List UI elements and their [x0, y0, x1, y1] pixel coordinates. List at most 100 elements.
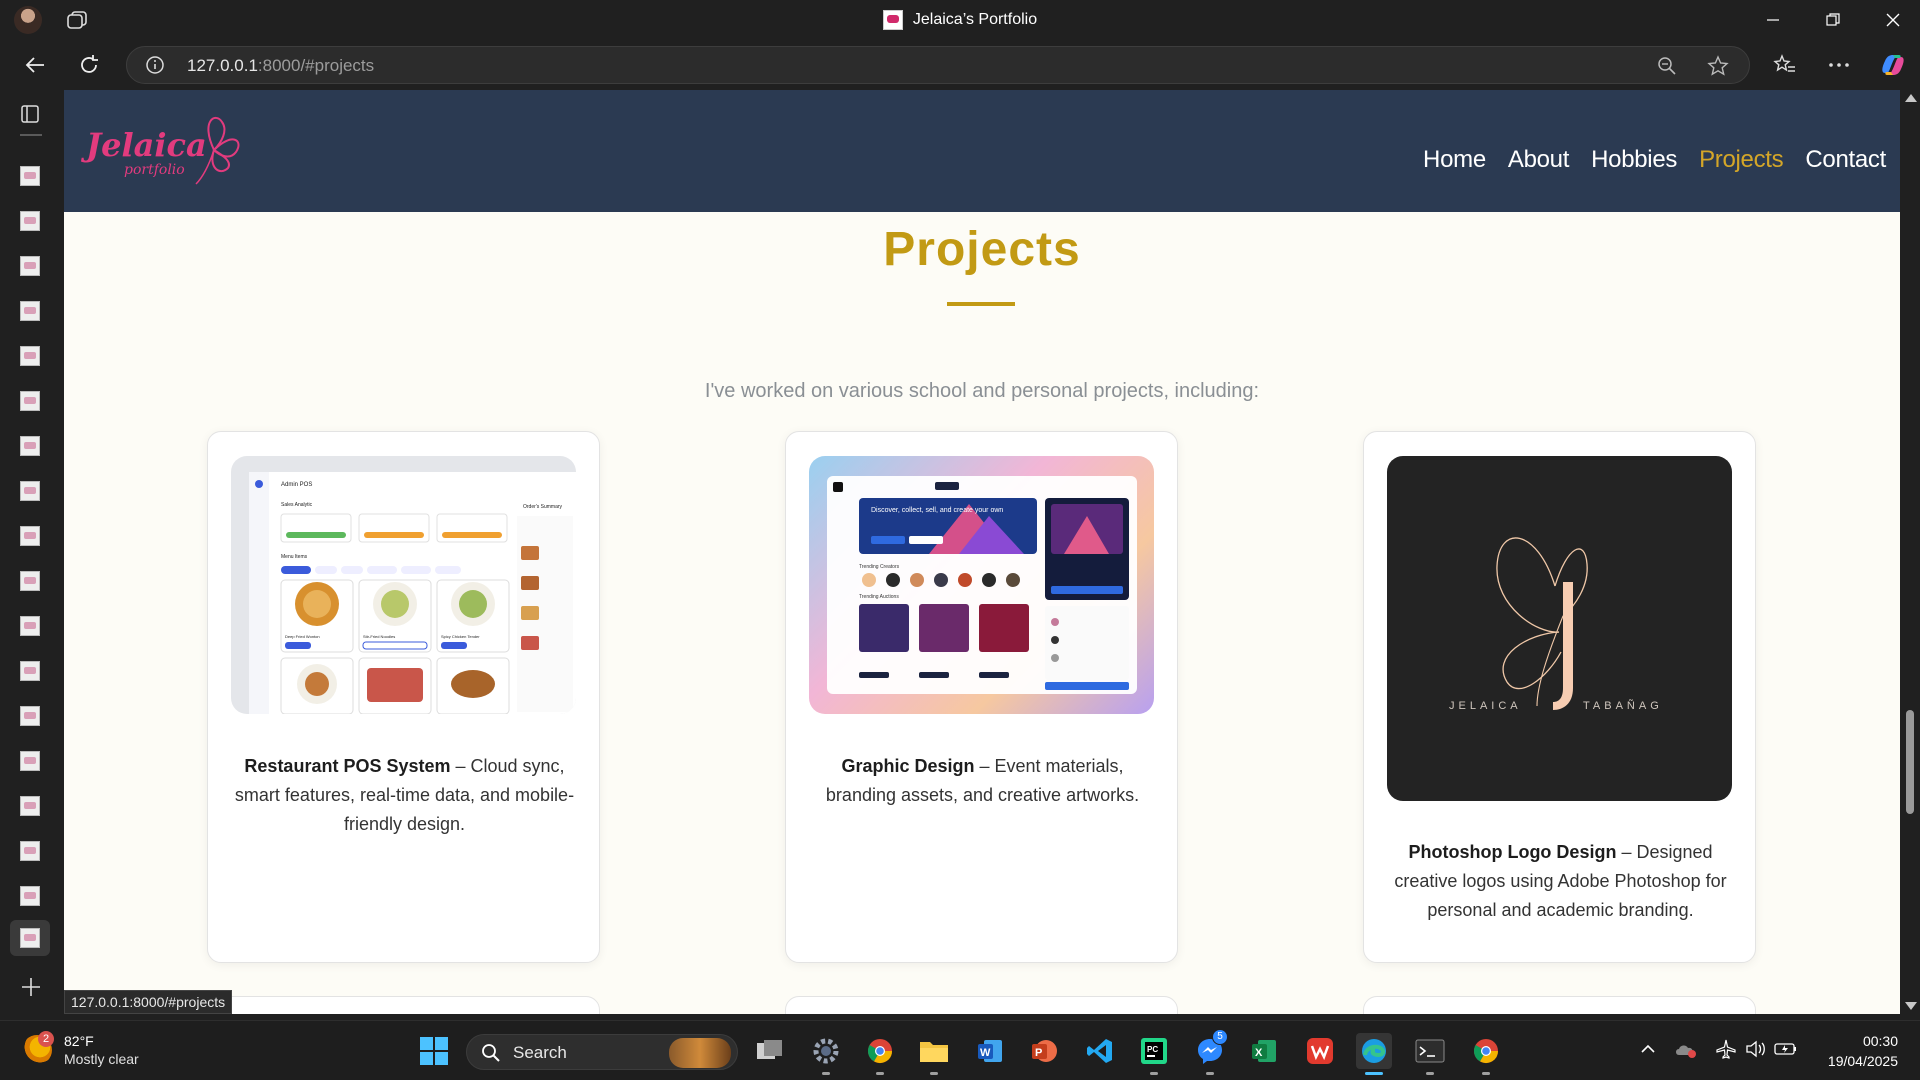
- sidebar-tab[interactable]: [20, 616, 40, 636]
- scroll-up-arrow-icon[interactable]: [1905, 94, 1917, 102]
- start-button[interactable]: [416, 1033, 452, 1069]
- taskbar-vscode[interactable]: [1082, 1033, 1118, 1069]
- task-view-button[interactable]: [752, 1033, 788, 1069]
- taskbar-clock[interactable]: 00:30 19/04/2025: [1828, 1031, 1898, 1071]
- svg-text:W: W: [980, 1047, 991, 1059]
- taskbar-settings[interactable]: [808, 1033, 844, 1075]
- taskbar-chrome-1[interactable]: [862, 1033, 898, 1075]
- sidebar-tab[interactable]: [20, 661, 40, 681]
- pos-app-title: Admin POS: [281, 482, 312, 488]
- sidebar-tab[interactable]: [20, 886, 40, 906]
- clock-time: 00:30: [1862, 1033, 1898, 1049]
- excel-icon: X: [1252, 1040, 1276, 1062]
- zoom-icon[interactable]: [1657, 56, 1677, 76]
- running-indicator: [1482, 1072, 1490, 1075]
- sidebar-tab[interactable]: [20, 796, 40, 816]
- projects-heading: Projects: [883, 223, 1081, 276]
- sidebar-tab[interactable]: [20, 526, 40, 546]
- sidebar-tab[interactable]: [20, 571, 40, 591]
- logo-design-image: JELAICA TABAÑAG: [1387, 456, 1732, 801]
- sidebar-tab[interactable]: [20, 706, 40, 726]
- pos-item-2: Stir-Fried Noodles: [363, 634, 395, 639]
- taskbar-terminal[interactable]: [1412, 1033, 1448, 1075]
- taskbar-chrome-2[interactable]: [1468, 1033, 1504, 1075]
- favorites-button[interactable]: [1770, 50, 1800, 80]
- card-title: Graphic Design: [841, 756, 975, 776]
- sidebar-tab[interactable]: [20, 256, 40, 276]
- taskbar-powerpoint[interactable]: P: [1026, 1033, 1062, 1069]
- running-indicator: [822, 1072, 830, 1075]
- windows-logo-icon: [420, 1037, 448, 1065]
- url-path: :8000/#projects: [257, 56, 375, 75]
- profile-avatar[interactable]: [14, 6, 42, 34]
- minimize-button[interactable]: [1746, 0, 1800, 40]
- taskbar-messenger[interactable]: 5: [1192, 1029, 1228, 1075]
- pos-sales-label: Sales Analytic: [281, 502, 313, 508]
- nav-projects-link[interactable]: Projects: [1699, 146, 1784, 174]
- gd-auctions-label: Trending Auctions: [859, 594, 899, 600]
- sidebar-tab[interactable]: [20, 211, 40, 231]
- taskbar-search[interactable]: Search: [466, 1034, 738, 1070]
- settings-more-button[interactable]: [1824, 50, 1854, 80]
- sidebar-tab[interactable]: [20, 166, 40, 186]
- nav-about-link[interactable]: About: [1508, 146, 1570, 174]
- sidebar-divider: [20, 134, 42, 136]
- address-bar[interactable]: 127.0.0.1:8000/#projects: [126, 46, 1750, 84]
- sidebar-tab[interactable]: [20, 481, 40, 501]
- sidebar-tab[interactable]: [20, 391, 40, 411]
- chrome-icon: [867, 1039, 892, 1064]
- messenger-badge: 5: [1212, 1029, 1228, 1045]
- favorite-star-icon[interactable]: [1707, 55, 1729, 77]
- site-logo[interactable]: Jelaica portfolio: [86, 110, 246, 190]
- nav-home-link[interactable]: Home: [1423, 146, 1486, 174]
- site-info-icon[interactable]: [145, 55, 165, 75]
- page-scrollbar[interactable]: [1900, 90, 1920, 1014]
- gd-hero-text: Discover, collect, sell, and create your…: [871, 507, 1003, 514]
- scroll-down-arrow-icon[interactable]: [1905, 1002, 1917, 1010]
- powerpoint-icon: P: [1032, 1040, 1057, 1062]
- battery-charging-icon: [1774, 1043, 1796, 1055]
- clock-date: 19/04/2025: [1827, 1053, 1898, 1069]
- svg-text:PC: PC: [1147, 1045, 1158, 1054]
- tray-overflow-button[interactable]: [1636, 1037, 1660, 1061]
- tray-battery[interactable]: [1774, 1037, 1798, 1061]
- sidebar-tab-active[interactable]: [10, 920, 50, 956]
- sidebar-tab[interactable]: [20, 751, 40, 771]
- close-button[interactable]: [1866, 0, 1920, 40]
- workspaces-icon[interactable]: [66, 10, 88, 30]
- address-url[interactable]: 127.0.0.1:8000/#projects: [187, 56, 374, 76]
- reload-button[interactable]: [74, 50, 104, 80]
- logo-design-card-text: Photoshop Logo Design – Designed creativ…: [1388, 838, 1733, 925]
- sidebar-tab[interactable]: [20, 301, 40, 321]
- taskbar-pycharm[interactable]: PC: [1136, 1033, 1172, 1075]
- sidebar-tab[interactable]: [20, 346, 40, 366]
- butterfly-logo-icon: [195, 116, 240, 185]
- tray-onedrive[interactable]: [1674, 1037, 1698, 1061]
- sidebar-tab[interactable]: [20, 436, 40, 456]
- pycharm-icon: PC: [1141, 1038, 1167, 1064]
- wps-office-icon: [1307, 1038, 1333, 1064]
- back-button[interactable]: [20, 50, 50, 80]
- tray-volume[interactable]: [1744, 1037, 1768, 1061]
- restore-button[interactable]: [1806, 0, 1860, 40]
- project-card-next: [785, 996, 1178, 1014]
- sidebar-toggle-icon[interactable]: [20, 104, 40, 124]
- taskbar-edge[interactable]: [1356, 1033, 1392, 1075]
- browser-toolbar: 127.0.0.1:8000/#projects: [0, 40, 1920, 90]
- weather-description: Mostly clear: [64, 1051, 139, 1067]
- tray-airplane-mode[interactable]: [1714, 1037, 1738, 1061]
- sidebar-tab[interactable]: [20, 841, 40, 861]
- new-tab-plus-icon[interactable]: [20, 976, 42, 998]
- search-label: Search: [513, 1043, 567, 1062]
- taskbar-word[interactable]: W: [972, 1033, 1008, 1069]
- taskbar-file-explorer[interactable]: [916, 1033, 952, 1075]
- nav-contact-link[interactable]: Contact: [1805, 146, 1886, 174]
- copilot-button[interactable]: [1878, 50, 1908, 80]
- weather-widget[interactable]: 2 82°F Mostly clear: [22, 1031, 162, 1071]
- logo-subtext: portfolio: [124, 162, 185, 178]
- scroll-thumb[interactable]: [1906, 710, 1914, 814]
- window-title: Jelaica’s Portfolio: [912, 11, 1038, 28]
- taskbar-wps[interactable]: [1302, 1033, 1338, 1069]
- nav-hobbies-link[interactable]: Hobbies: [1591, 146, 1677, 174]
- taskbar-excel[interactable]: X: [1246, 1033, 1282, 1069]
